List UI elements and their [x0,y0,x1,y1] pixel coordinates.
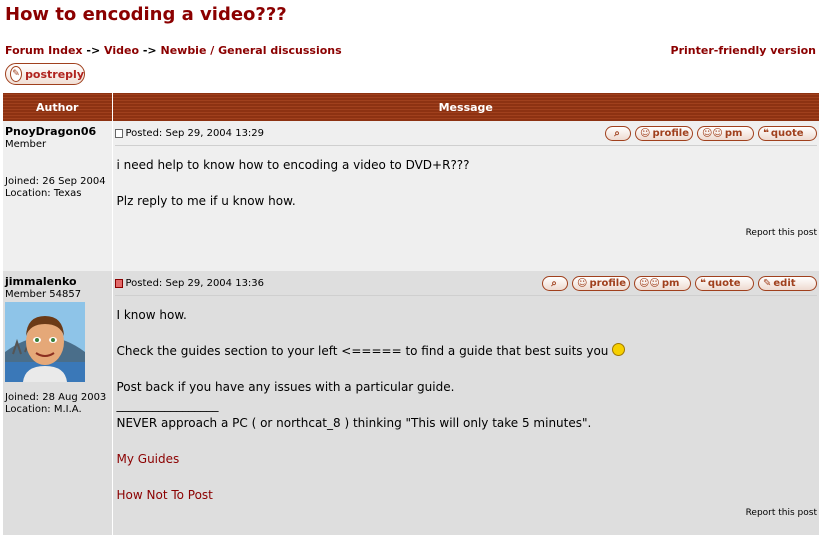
author-name[interactable]: PnoyDragon06 [5,125,110,138]
signature-quote: NEVER approach a PC ( or northcat_8 ) th… [116,416,592,430]
users-icon: ☺☺ [702,127,723,139]
quote-label: quote [707,277,741,289]
how-not-to-post-link[interactable]: How Not To Post [117,488,213,502]
pm-button[interactable]: ☺☺ pm [634,275,691,291]
post-reply-label: postreply [25,67,84,81]
post-reply-button[interactable]: ✎ postreply [5,63,85,85]
users-icon: ☺☺ [639,277,660,289]
report-post: Report this post [115,228,817,238]
author-cell: jimmalenko Member 54857 Joined: 28 Aug 2… [3,271,113,535]
search-user-button[interactable]: ⌕ [542,275,568,291]
post-text: Check the guides section to your left <=… [116,344,609,358]
edit-button[interactable]: ✎ edit [758,275,817,291]
author-location: Location: M.I.A. [5,404,82,415]
pencil-icon: ✎ [10,66,23,82]
author-name[interactable]: jimmalenko [5,275,110,288]
post-timestamp: Posted: Sep 29, 2004 13:36 [114,277,265,289]
post-actions: ⌕ ☺ profile ☺☺ pm ❝ quote ✎ edit [542,275,817,291]
new-post-icon [114,278,123,288]
pencil-icon: ✎ [763,277,772,289]
author-joined: Joined: 26 Sep 2004 [5,176,106,187]
breadcrumb-separator: -> [142,44,157,57]
report-post: Report this post [115,508,817,518]
printer-friendly-link[interactable]: Printer-friendly version [671,44,816,57]
speech-bubble-icon: ❝ [700,277,706,289]
author-cell: PnoyDragon06 Member Joined: 26 Sep 2004 … [3,121,113,271]
profile-button[interactable]: ☺ profile [635,125,693,141]
avatar [5,302,85,382]
quote-label: quote [770,127,804,139]
breadcrumb: Forum Index -> Video -> Newbie / General… [5,44,342,57]
printer-friendly: Printer-friendly version [671,44,816,57]
post-text: Plz reply to me if u know how. [116,194,296,208]
profile-button[interactable]: ☺ profile [572,275,630,291]
my-guides-link[interactable]: My Guides [117,452,180,466]
edit-label: edit [773,277,796,289]
breadcrumb-newbie-general[interactable]: Newbie / General discussions [160,44,341,57]
user-icon: ☺ [577,277,588,289]
post-text: I know how. [116,308,187,322]
pm-label: pm [724,127,743,139]
breadcrumb-video[interactable]: Video [104,44,139,57]
quote-button[interactable]: ❝ quote [758,125,817,141]
page-title: How to encoding a video??? [5,4,287,25]
posted-date: Posted: Sep 29, 2004 13:29 [125,127,265,139]
post-row: jimmalenko Member 54857 Joined: 28 Aug 2… [3,271,819,535]
post-row: PnoyDragon06 Member Joined: 26 Sep 2004 … [3,121,819,271]
report-post-link[interactable]: Report this post [746,508,817,518]
quote-button[interactable]: ❝ quote [695,275,754,291]
breadcrumb-separator: -> [86,44,101,57]
post-body: i need help to know how to encoding a vi… [115,146,818,210]
author-joined: Joined: 28 Aug 2003 [5,392,107,403]
post-actions: ⌕ ☺ profile ☺☺ pm ❝ quote [605,125,817,141]
author-rank: Member 54857 [5,289,82,300]
pm-button[interactable]: ☺☺ pm [697,125,754,141]
author-rank: Member [5,139,47,150]
post-header: Posted: Sep 29, 2004 13:36 ⌕ ☺ profile ☺… [114,271,817,296]
message-cell: Posted: Sep 29, 2004 13:36 ⌕ ☺ profile ☺… [112,271,819,535]
post-text: Post back if you have any issues with a … [116,380,455,394]
message-column-header: Message [112,93,819,121]
pm-label: pm [661,277,680,289]
search-user-button[interactable]: ⌕ [605,125,631,141]
breadcrumb-forum-index[interactable]: Forum Index [5,44,83,57]
profile-label: profile [589,277,627,289]
posted-date: Posted: Sep 29, 2004 13:36 [125,277,265,289]
search-icon: ⌕ [551,277,557,289]
author-column-header: Author [3,93,113,121]
speech-bubble-icon: ❝ [763,127,769,139]
search-icon: ⌕ [614,127,620,139]
signature-divider: _________________ [116,398,219,412]
author-location: Location: Texas [5,188,82,199]
user-icon: ☺ [640,127,651,139]
post-text-with-smiley: Check the guides section to your left <=… [117,342,816,360]
posts-table: Author Message PnoyDragon06 Member Joine… [3,93,819,535]
post-timestamp: Posted: Sep 29, 2004 13:29 [114,127,265,139]
post-header: Posted: Sep 29, 2004 13:29 ⌕ ☺ profile ☺… [114,121,817,146]
post-text: i need help to know how to encoding a vi… [116,158,470,172]
wink-smiley-icon [612,343,626,356]
profile-label: profile [652,127,690,139]
post-icon [114,128,123,138]
report-post-link[interactable]: Report this post [746,228,817,238]
post-body: I know how. Check the guides section to … [115,296,818,504]
message-cell: Posted: Sep 29, 2004 13:29 ⌕ ☺ profile ☺… [112,121,819,271]
